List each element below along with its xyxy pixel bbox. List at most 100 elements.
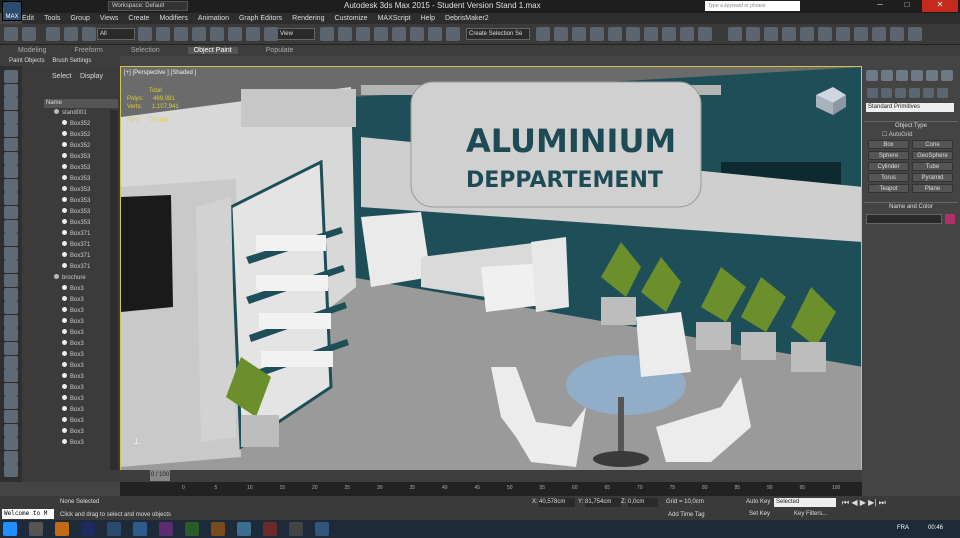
ribbon-tab-populate[interactable]: Populate (266, 47, 294, 54)
scene-list-item[interactable]: Box3 (46, 295, 114, 305)
object-visibility-icon[interactable] (62, 241, 67, 246)
command-panel-tab-icon[interactable] (926, 70, 938, 81)
toolbar-tool-icon[interactable] (800, 27, 814, 41)
scene-list-item[interactable]: Box353 (46, 152, 114, 162)
toolbar-tool-icon[interactable] (782, 27, 796, 41)
set-key-button[interactable]: Set Key (749, 511, 770, 517)
primitive-sphere-button[interactable]: Sphere (868, 151, 909, 160)
object-visibility-icon[interactable] (62, 296, 67, 301)
taskbar-app-icon[interactable] (81, 522, 95, 536)
object-visibility-icon[interactable] (62, 307, 67, 312)
object-visibility-icon[interactable] (62, 351, 67, 356)
category-icon[interactable] (867, 88, 878, 98)
menu-customize[interactable]: Customize (334, 15, 367, 22)
explorer-tool-icon[interactable] (4, 314, 18, 328)
scene-list-item[interactable]: Box353 (46, 207, 114, 217)
object-visibility-icon[interactable] (54, 109, 59, 114)
explorer-tool-icon[interactable] (4, 178, 18, 192)
clock[interactable]: 00:46 (928, 525, 943, 531)
z-coordinate[interactable]: 0,0cm (628, 498, 658, 507)
scene-list-item[interactable]: Box3 (46, 350, 114, 360)
scene-list-item[interactable]: Box371 (46, 251, 114, 261)
command-panel-tab-icon[interactable] (896, 70, 908, 81)
taskbar-app-icon[interactable] (185, 522, 199, 536)
viewport-label[interactable]: [+] [Perspective ] [Shaded ] (124, 70, 196, 76)
toolbar-tool-icon[interactable] (854, 27, 868, 41)
menu-modifiers[interactable]: Modifiers (159, 15, 187, 22)
explorer-tool-icon[interactable] (4, 151, 18, 165)
object-visibility-icon[interactable] (62, 120, 67, 125)
taskbar-app-icon[interactable] (211, 522, 225, 536)
taskbar-app-icon[interactable] (315, 522, 329, 536)
explorer-tool-icon[interactable] (4, 274, 18, 287)
object-visibility-icon[interactable] (62, 164, 67, 169)
toolbar-tool-icon[interactable] (818, 27, 832, 41)
explorer-tool-icon[interactable] (4, 206, 18, 219)
explorer-tool-icon[interactable] (4, 233, 18, 247)
menu-animation[interactable]: Animation (198, 15, 229, 22)
scene-list-item[interactable]: Box3 (46, 394, 114, 404)
explorer-tool-icon[interactable] (4, 70, 18, 83)
y-coordinate[interactable]: 81,754cm (585, 498, 621, 507)
scene-list-item[interactable]: Box3 (46, 306, 114, 316)
explorer-tool-icon[interactable] (4, 342, 18, 355)
toolbar-tool-icon[interactable] (210, 27, 224, 41)
maxscript-listener[interactable]: Welcome to M (2, 509, 54, 519)
primitive-pyramid-button[interactable]: Pyramid (912, 173, 953, 182)
scene-list-item[interactable]: Box3 (46, 416, 114, 426)
object-visibility-icon[interactable] (62, 417, 67, 422)
toolbar-tool-icon[interactable] (46, 27, 60, 41)
scene-list-item[interactable]: Box3 (46, 438, 114, 448)
primitives-dropdown[interactable]: Standard Primitives (866, 103, 954, 112)
explorer-tool-icon[interactable] (4, 246, 18, 260)
explorer-tool-icon[interactable] (4, 165, 18, 179)
object-visibility-icon[interactable] (62, 197, 67, 202)
timeline-ruler[interactable]: 0 5 10 15 20 25 30 35 40 45 50 55 60 65 70 75 80 85 90 95 10… (120, 482, 862, 496)
close-button[interactable]: ✕ (922, 0, 958, 12)
object-visibility-icon[interactable] (62, 318, 67, 323)
ribbon-tab-freeform[interactable]: Freeform (74, 47, 102, 54)
toolbar-tool-icon[interactable] (836, 27, 850, 41)
toolbar-tool-icon[interactable] (228, 27, 242, 41)
menu-rendering[interactable]: Rendering (292, 15, 324, 22)
explorer-tool-icon[interactable] (4, 450, 18, 464)
object-visibility-icon[interactable] (62, 428, 67, 433)
taskbar-app-icon[interactable] (55, 522, 69, 536)
scene-list-item[interactable]: Box353 (46, 185, 114, 195)
object-visibility-icon[interactable] (62, 439, 67, 444)
taskbar-app-icon[interactable] (133, 522, 147, 536)
scene-list-item[interactable]: Box3 (46, 317, 114, 327)
explorer-tool-icon[interactable] (4, 260, 18, 274)
object-name-field[interactable] (866, 214, 942, 224)
explorer-tool-icon[interactable] (4, 110, 18, 124)
command-panel-tab-icon[interactable] (941, 70, 953, 81)
object-visibility-icon[interactable] (62, 340, 67, 345)
toolbar-tool-icon[interactable] (22, 27, 36, 41)
explorer-tool-icon[interactable] (4, 192, 18, 206)
ribbon-tab-selection[interactable]: Selection (131, 47, 160, 54)
scene-list-item[interactable]: Box353 (46, 218, 114, 228)
primitive-box-button[interactable]: Box (868, 140, 909, 149)
scene-list-item[interactable]: Box353 (46, 174, 114, 184)
scene-list-item[interactable]: stand001 (46, 108, 114, 118)
object-color-swatch[interactable] (945, 214, 955, 224)
taskbar-app-icon[interactable] (159, 522, 173, 536)
object-visibility-icon[interactable] (62, 175, 67, 180)
time-slider[interactable]: 0 / 100 (150, 470, 170, 481)
object-visibility-icon[interactable] (62, 263, 67, 268)
menu-maxscript[interactable]: MAXScript (378, 15, 411, 22)
toolbar-tool-icon[interactable] (662, 27, 676, 41)
explorer-tool-icon[interactable] (4, 369, 18, 383)
primitive-plane-button[interactable]: Plane (912, 184, 953, 193)
toolbar-tool-icon[interactable] (890, 27, 904, 41)
primitive-teapot-button[interactable]: Teapot (868, 184, 909, 193)
primitive-tube-button[interactable]: Tube (912, 162, 953, 171)
scene-list-item[interactable]: Box3 (46, 284, 114, 294)
taskbar-app-icon[interactable] (289, 522, 303, 536)
minimize-button[interactable]: ─ (868, 0, 892, 12)
explorer-tool-icon[interactable] (4, 410, 18, 423)
category-icon[interactable] (881, 88, 892, 98)
primitive-cylinder-button[interactable]: Cylinder (868, 162, 909, 171)
menu-create[interactable]: Create (128, 15, 149, 22)
object-visibility-icon[interactable] (62, 362, 67, 367)
